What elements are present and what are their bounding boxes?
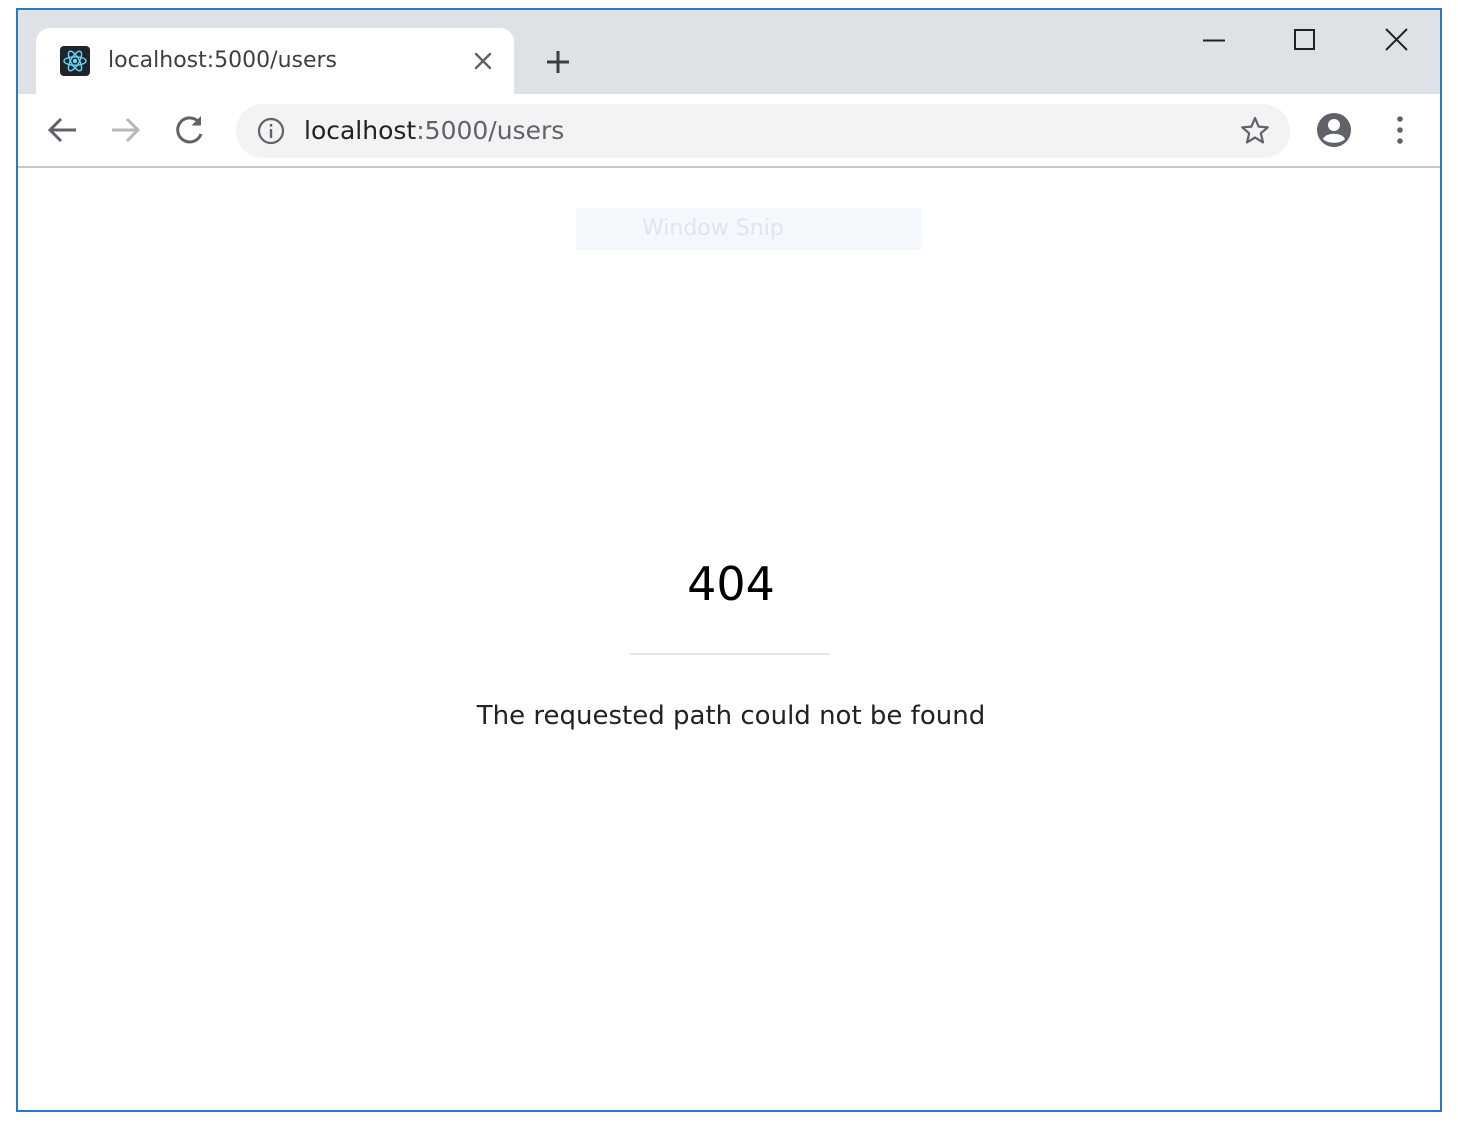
url-host: localhost	[304, 116, 417, 145]
browser-window: localhost:5000/users localhost:5000/user…	[16, 8, 1442, 1112]
window-snip-overlay: Window Snip	[576, 208, 922, 250]
star-icon[interactable]	[1238, 114, 1272, 148]
forward-arrow-icon[interactable]	[106, 110, 146, 150]
address-bar[interactable]: localhost:5000/users	[236, 104, 1290, 158]
info-icon[interactable]	[256, 116, 286, 146]
plus-icon[interactable]	[540, 44, 576, 80]
tab-active[interactable]: localhost:5000/users	[36, 28, 514, 94]
reload-icon[interactable]	[170, 110, 210, 150]
back-arrow-icon[interactable]	[42, 110, 82, 150]
tab-strip: localhost:5000/users	[18, 10, 1440, 94]
kebab-menu-icon[interactable]	[1382, 110, 1418, 150]
tab-title: localhost:5000/users	[108, 48, 338, 73]
page-content: Window Snip 404 The requested path could…	[18, 168, 1440, 1110]
minimize-icon[interactable]	[1184, 20, 1244, 60]
error-message: The requested path could not be found	[476, 701, 986, 731]
account-circle-icon[interactable]	[1314, 110, 1354, 150]
url-path: :5000/users	[416, 116, 565, 145]
error-code: 404	[687, 557, 775, 611]
close-icon[interactable]	[1366, 20, 1426, 60]
url-text[interactable]: localhost:5000/users	[304, 114, 564, 148]
divider	[630, 653, 830, 655]
browser-toolbar: localhost:5000/users	[18, 94, 1440, 168]
maximize-icon[interactable]	[1274, 20, 1334, 60]
close-icon[interactable]	[468, 46, 498, 76]
react-logo-icon	[60, 46, 90, 76]
